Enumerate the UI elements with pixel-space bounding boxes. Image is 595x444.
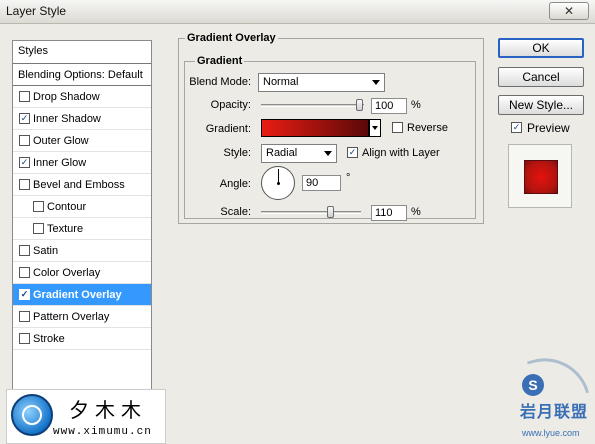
style-item-gradient-overlay[interactable]: ✓ Gradient Overlay <box>13 284 151 306</box>
watermark-title: 夕木木 <box>69 400 147 422</box>
style-item-label: Color Overlay <box>33 267 101 279</box>
inner-glow-checkbox[interactable]: ✓ <box>19 157 30 168</box>
preview-label: Preview <box>527 121 570 135</box>
subgroup-title: Gradient <box>195 55 245 67</box>
style-item-label: Gradient Overlay <box>33 289 122 301</box>
pattern-overlay-checkbox[interactable] <box>19 311 30 322</box>
gradient-overlay-checkbox[interactable]: ✓ <box>19 289 30 300</box>
drop-shadow-checkbox[interactable] <box>19 91 30 102</box>
style-item-label: Drop Shadow <box>33 91 100 103</box>
opacity-slider-thumb[interactable] <box>356 99 363 111</box>
style-item-inner-shadow[interactable]: ✓ Inner Shadow <box>13 108 151 130</box>
scale-slider[interactable] <box>261 206 361 218</box>
texture-checkbox[interactable] <box>33 223 44 234</box>
style-item-label: Contour <box>47 201 87 213</box>
gradient-label: Gradient: <box>205 123 251 135</box>
outer-glow-checkbox[interactable] <box>19 135 30 146</box>
watermark-url: www.ximumu.cn <box>53 426 152 438</box>
preview-checkbox[interactable]: ✓ <box>511 122 522 133</box>
style-item-outer-glow[interactable]: Outer Glow <box>13 130 151 152</box>
blend-mode-value: Normal <box>263 76 299 88</box>
style-dropdown[interactable]: Radial <box>261 144 337 163</box>
style-item-color-overlay[interactable]: Color Overlay <box>13 262 151 284</box>
style-item-label: Bevel and Emboss <box>33 179 125 191</box>
satin-checkbox[interactable] <box>19 245 30 256</box>
style-item-contour[interactable]: Contour <box>13 196 151 218</box>
group-title: Gradient Overlay <box>185 32 278 44</box>
chevron-down-icon <box>372 80 380 85</box>
scale-slider-thumb[interactable] <box>327 206 334 218</box>
style-preview <box>508 144 572 208</box>
align-with-layer-checkbox[interactable]: ✓ <box>347 147 358 158</box>
title-bar: Layer Style ✕ <box>0 0 595 24</box>
blending-options-label: Blending Options: Default <box>18 69 143 81</box>
gradient-swatch[interactable] <box>261 119 369 137</box>
style-item-label: Stroke <box>33 333 65 345</box>
stroke-checkbox[interactable] <box>19 333 30 344</box>
close-button[interactable]: ✕ <box>549 2 589 20</box>
reverse-label: Reverse <box>407 122 448 134</box>
chevron-down-icon <box>324 151 332 156</box>
styles-list: Styles Blending Options: Default Drop Sh… <box>12 40 152 418</box>
inner-shadow-checkbox[interactable]: ✓ <box>19 113 30 124</box>
preview-thumbnail <box>524 160 558 194</box>
watermark-brand-url: www.lyue.com <box>522 428 580 438</box>
ximumu-watermark: 夕木木 www.ximumu.cn <box>6 389 166 444</box>
opacity-input[interactable]: 100 <box>371 98 407 114</box>
style-item-drop-shadow[interactable]: Drop Shadow <box>13 86 151 108</box>
style-item-label: Inner Shadow <box>33 113 101 125</box>
style-item-inner-glow[interactable]: ✓ Inner Glow <box>13 152 151 174</box>
gradient-picker-arrow[interactable] <box>369 119 381 137</box>
style-item-satin[interactable]: Satin <box>13 240 151 262</box>
blend-mode-dropdown[interactable]: Normal <box>258 73 385 92</box>
style-item-pattern-overlay[interactable]: Pattern Overlay <box>13 306 151 328</box>
scale-input[interactable]: 110 <box>371 205 407 221</box>
ok-button[interactable]: OK <box>498 38 584 58</box>
ximumu-logo-icon <box>11 394 53 436</box>
opacity-unit: % <box>411 99 421 111</box>
style-item-label: Texture <box>47 223 84 235</box>
align-with-layer-label: Align with Layer <box>362 147 440 159</box>
reverse-checkbox[interactable] <box>392 122 403 133</box>
opacity-slider[interactable] <box>261 99 364 111</box>
style-item-texture[interactable]: Texture <box>13 218 151 240</box>
scale-label: Scale: <box>220 206 251 218</box>
watermark-brand: 岩月联盟 <box>520 404 589 421</box>
style-item-label: Satin <box>33 245 59 257</box>
styles-header[interactable]: Styles <box>13 41 151 64</box>
lyue-watermark: S 岩月联盟 www.lyue.com <box>500 348 590 444</box>
new-style-button[interactable]: New Style... <box>498 95 584 115</box>
opacity-label: Opacity: <box>210 99 251 111</box>
blending-options-item[interactable]: Blending Options: Default <box>13 64 151 86</box>
style-item-label: Inner Glow <box>33 157 87 169</box>
angle-label: Angle: <box>219 178 251 190</box>
cancel-button[interactable]: Cancel <box>498 67 584 87</box>
angle-input[interactable]: 90 <box>302 175 341 191</box>
layer-style-dialog: Layer Style ✕ Styles Blending Options: D… <box>0 0 595 444</box>
s-logo-icon: S <box>522 374 544 396</box>
angle-dial[interactable] <box>261 166 295 200</box>
style-item-label: Pattern Overlay <box>33 311 110 323</box>
gradient-overlay-group: Gradient Overlay Gradient Blend Mode: No… <box>178 32 484 224</box>
style-item-label: Outer Glow <box>33 135 89 147</box>
blend-mode-label: Blend Mode: <box>189 76 251 88</box>
gradient-subgroup: Gradient Blend Mode: Normal Opacity: 100… <box>184 55 476 221</box>
contour-checkbox[interactable] <box>33 201 44 212</box>
color-overlay-checkbox[interactable] <box>19 267 30 278</box>
style-value: Radial <box>266 147 298 159</box>
style-item-bevel-emboss[interactable]: Bevel and Emboss <box>13 174 151 196</box>
style-item-stroke[interactable]: Stroke <box>13 328 151 350</box>
angle-dial-center <box>277 182 280 185</box>
angle-unit: ° <box>346 172 351 184</box>
bevel-emboss-checkbox[interactable] <box>19 179 30 190</box>
scale-unit: % <box>411 206 421 218</box>
window-title: Layer Style <box>6 4 67 18</box>
style-label: Style: <box>223 147 251 159</box>
logo-ring <box>22 405 42 425</box>
